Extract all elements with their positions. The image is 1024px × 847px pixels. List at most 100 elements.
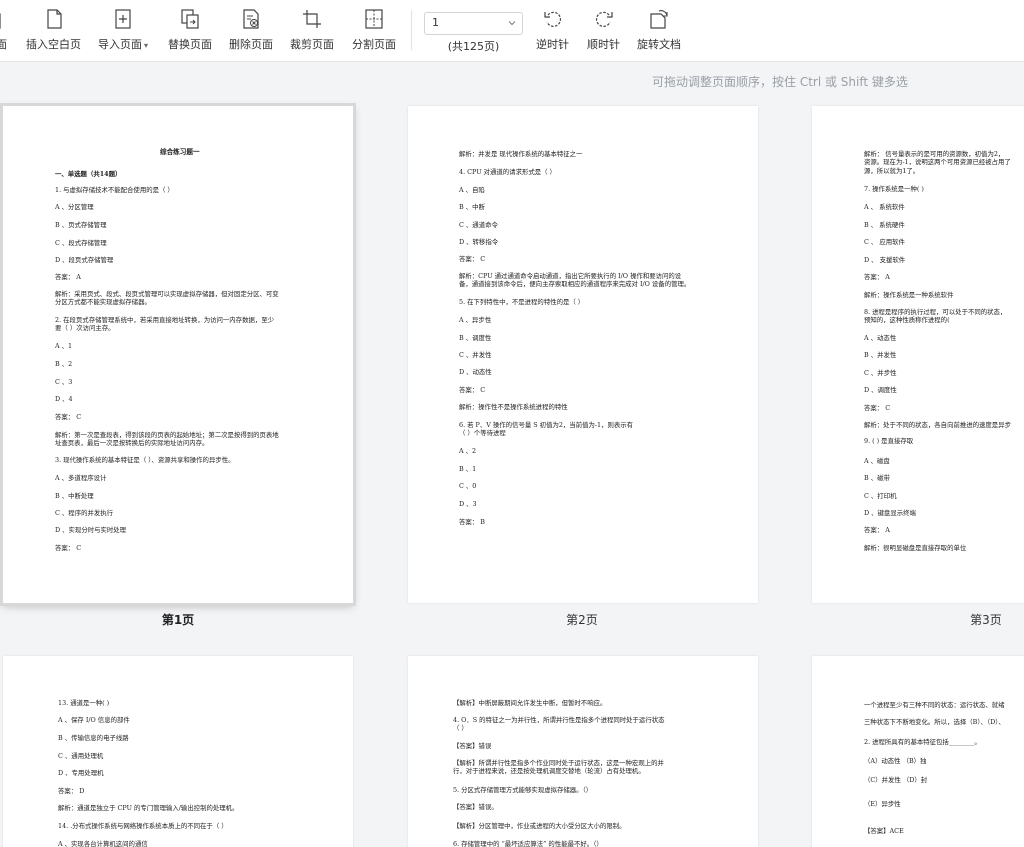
page-text-line: A 、分区管理 [55,203,94,211]
page-text-line: D 、转移指令 [459,238,499,246]
import-page-button[interactable]: 导入页面 ▾ [98,8,148,56]
page-text-line: B 、 系统硬件 [864,221,905,229]
page-text-line: B 、中断 [459,203,485,211]
page-count: (共125页) [447,40,500,53]
page-text-line: C 、段式存储管理 [55,239,107,247]
chevron-down-icon [508,21,516,26]
page-text-line: 预知的，这种性质称作进程的( [864,316,950,324]
page-text-line: 4. O．S 的特征之一为并行性，所谓并行性是指多个进程同时处于运行状态 [453,716,665,724]
page-text-line: D 、键盘显示终端 [864,509,916,517]
page-text-line: 【答案】错误。 [453,803,498,811]
page-text-line: C 、程序的并发执行 [55,509,114,517]
page-label-3: 第3页 [970,613,1002,627]
reorder-hint: 可拖动调整页面顺序，按住 Ctrl 或 Shift 键多选 [652,75,908,89]
page-text-line: D 、实现分时与实时处理 [55,526,127,534]
page-text-line: 解析：操作系统是一种系统软件 [864,291,954,299]
page-text-line: 答案： C [55,544,82,552]
page-text-line: 一、单选题（共14题） [55,170,122,178]
page-text-line: B 、并发性 [864,351,897,359]
page-thumbnail-5[interactable]: 【解析】中断屏蔽期间允许发生中断，但暂时不响应。 4. O．S 的特征之一为并行性… [408,656,758,847]
page-text-line: C 、0 [459,482,477,490]
page-text-line: B 、磁带 [864,474,890,482]
toolbar-divider [411,10,412,50]
page-text-line: C 、通用处理机 [58,752,104,760]
page-text-line: 8. 进程是程序的执行过程，可以处于不同的状态， [864,308,1007,316]
page-text-line: 4. CPU 对通道的请求形式是（ ） [459,168,556,176]
toolbar-page-button[interactable]: 面 [0,8,7,56]
page-text-line: C 、通道命令 [459,221,498,229]
replace-page-button[interactable]: 替换页面 [168,8,212,56]
rotate-cw-icon [595,11,613,27]
page-text-line: （E）异步性 [864,800,901,808]
page-text-line: 资源。现在为-1，说明这两个可用资源已经被占用了 [864,158,1011,166]
page-text-line: A 、异步性 [459,316,492,324]
page-text-line: 答案： C [459,255,486,263]
page-text-line: 备，通道接到该命令后，便向主存索取相应的通道程序来完成对 I/O 设备的管理。 [459,280,691,288]
page-text-line: 综合练习题一 [160,148,200,156]
page-text-line: C 、打印机 [864,492,897,500]
page-text-line: 答案： D [58,787,85,795]
page-text-line: A 、磁盘 [864,457,890,465]
delete-page-label: 删除页面 [229,38,273,51]
page-text-line: 解析： 信号量表示的是可用的资源数，初值为2， [864,150,1005,158]
page-text-line: A 、自陷 [459,186,485,194]
page-text-line: 一个进程至少有三种不同的状态：运行状态、就绪 [864,701,1005,709]
page-text-line: 解析：操作性不是操作系统进程的特性 [459,403,568,411]
page-number-select[interactable]: 1 [424,12,523,35]
page-text-line: 解析：并发是 现代操作系统的基本特征之一 [459,150,583,158]
replace-page-label: 替换页面 [168,38,212,51]
page-text-line: D 、调度性 [864,386,897,394]
page-text-line: 答案： B [459,518,485,526]
split-page-label: 分割页面 [352,38,396,51]
rotate-document-button[interactable]: 旋转文档 [637,8,681,56]
split-page-icon [365,9,383,29]
rotate-ccw-icon [543,11,561,27]
page-number-value: 1 [432,16,439,29]
page-text-line: 行，对于进程来说，还是按处理机调度交替地（轮流）占有处理机。 [453,767,645,775]
rotate-ccw-button[interactable]: 逆时针 [536,8,569,56]
replace-page-icon [181,9,199,29]
page-text-line: 9. ( ) 是直接存取 [864,437,914,445]
page-text-line: 13. 通道是一种( ) [58,699,110,707]
page-text-line: 【解析】所谓并行性是指多个作业同时处于运行状态，这是一种宏观上的并 [453,759,664,767]
page-text-line: （C）并发性 （D）封 [864,776,928,784]
import-page-label: 导入页面 ▾ [98,38,149,51]
page-text-line: 7. 操作系统是一种( ) [864,185,924,193]
page-text-line: （ ）个等待进程 [459,429,506,437]
rotate-cw-button[interactable]: 顺时针 [587,8,620,56]
crop-page-label: 裁剪页面 [290,38,334,51]
page-text-line: 【解析】分区管理中，作业或进程的大小受分区大小的限制。 [453,822,626,830]
rotate-doc-icon [650,10,668,29]
page-text-line: B 、页式存储管理 [55,221,107,229]
page-text-line: 址查页表，最后一次是按转换后的实际地址访问内存。 [55,439,209,447]
page-text-line: 1. 与虚拟存储技术不能配合使用的是（ ） [55,186,174,194]
page-thumbnail-6[interactable]: 一个进程至少有三种不同的状态：运行状态、就绪 三种状态下不断地变化。所以，选择（B… [812,656,1024,847]
page-text-line: （ ） [453,724,468,732]
page-text-line: 解析：通道是独立于 CPU 的专门管理输入/输出控制的处理机。 [58,804,239,812]
page-text-line: 解析：第一次是查段表，得到该段的页表的起始地址；第二次是按得到的页表地 [55,431,279,439]
page-text-line: 解析：CPU 通过通道命令启动通道，指出它所要执行的 I/O 操作和要访问的设 [459,272,682,280]
page-text-line: C 、并步性 [864,369,897,377]
insert-blank-page-button[interactable]: 插入空白页 [26,8,81,56]
page-thumbnail-1[interactable]: 综合练习题一一、单选题（共14题） 1. 与虚拟存储技术不能配合使用的是（ ） A … [3,106,353,603]
blank-page-icon [46,9,62,29]
page-thumbnail-4[interactable]: 13. 通道是一种( ) A 、保存 I/O 信息的部件 B 、传输信息的电子线路 C… [3,656,353,847]
page-text-line: 答案： A [864,273,890,281]
page-text-line: 答案： A [864,526,890,534]
page-text-line: A 、2 [459,447,477,455]
page-thumbnail-3[interactable]: 解析： 信号量表示的是可用的资源数，初值为2， 资源。现在为-1，说明这两个可用资… [812,106,1024,603]
page-text-line: 【答案】错误 [453,742,492,750]
page-text-line: 6. 存储管理中的 “最坏适应算法” 的性能最不好。（） [453,840,603,847]
page-text-line: B 、2 [55,360,73,368]
page-text-line: A 、动态性 [864,334,897,342]
page-text-line: 要（ ）次访问主存。 [55,324,115,332]
page-text-line: 答案： C [55,413,82,421]
page-text-line: 分区方式都不能实现虚拟存储器。 [55,298,151,306]
crop-page-button[interactable]: 裁剪页面 [290,8,334,56]
delete-page-button[interactable]: 删除页面 [229,8,273,56]
page-text-line: 2. 进程所具有的基本特征包括________。 [864,738,981,746]
page-text-line: D 、动态性 [459,368,492,376]
page-thumbnail-2[interactable]: 解析：并发是 现代操作系统的基本特征之一 4. CPU 对通道的请求形式是（ ） A… [408,106,758,603]
split-page-button[interactable]: 分割页面 [352,8,396,56]
page-text-line: D 、专用处理机 [58,769,104,777]
